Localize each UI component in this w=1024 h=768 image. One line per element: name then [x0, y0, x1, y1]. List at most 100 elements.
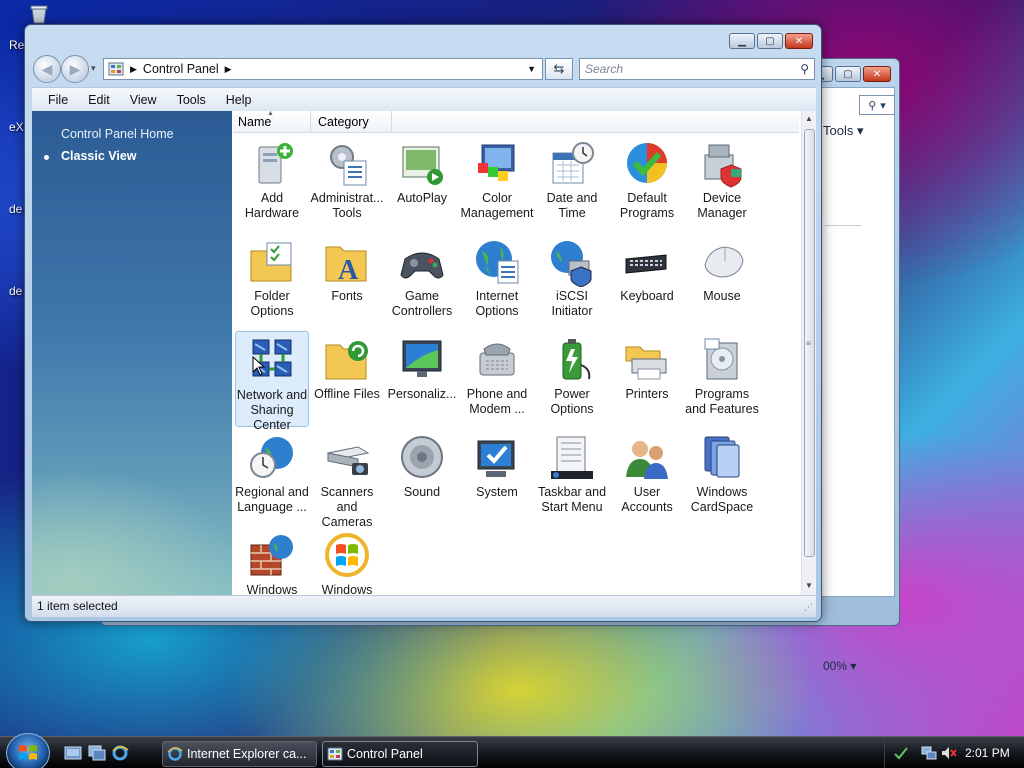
search-icon[interactable]: ⚲: [800, 62, 809, 76]
address-bar[interactable]: ▶ Control Panel ▶ ▼: [103, 58, 543, 80]
control-panel-item[interactable]: Color Management: [460, 135, 534, 221]
power-options-icon: [562, 339, 591, 380]
column-header-name[interactable]: ▲ Name: [233, 111, 311, 133]
zoom-level[interactable]: 00% ▾: [823, 659, 856, 673]
column-header-category[interactable]: Category: [312, 111, 392, 133]
control-panel-item[interactable]: Date and Time: [535, 135, 609, 221]
start-button[interactable]: [6, 733, 50, 768]
control-panel-item[interactable]: System: [460, 429, 534, 500]
items-view[interactable]: ▲ Name Category Add Hardware Administrat.…: [233, 111, 816, 595]
control-panel-item[interactable]: Offline Files: [310, 331, 384, 402]
menu-tools[interactable]: Tools: [171, 93, 212, 107]
control-panel-item[interactable]: Default Programs: [610, 135, 684, 221]
refresh-button[interactable]: ⇆: [545, 58, 573, 80]
control-panel-item[interactable]: Windows: [310, 527, 384, 595]
scroll-down-icon[interactable]: ▼: [805, 581, 813, 590]
volume-muted-icon[interactable]: [941, 746, 957, 760]
minimize-button[interactable]: ▁: [729, 33, 755, 49]
control-panel-item[interactable]: Administrat... Tools: [310, 135, 384, 221]
taskbar: Internet Explorer ca... Control Panel 2:…: [0, 733, 1024, 768]
taskbar-item-label: Control Panel: [347, 747, 423, 761]
desktop-icon-label[interactable]: de: [9, 284, 22, 298]
control-panel-item[interactable]: Personaliz...: [385, 331, 459, 402]
control-panel-item[interactable]: Power Options: [535, 331, 609, 417]
admin-tools-icon: [330, 145, 367, 186]
control-panel-item[interactable]: Programs and Features: [685, 331, 759, 417]
desktop-icon-label[interactable]: de: [9, 202, 22, 216]
vertical-scrollbar[interactable]: ▲ ≡ ▼: [801, 111, 816, 595]
maximize-button[interactable]: ▢: [757, 33, 783, 49]
cardspace-icon: [704, 436, 740, 478]
address-dropdown-icon[interactable]: ▼: [527, 64, 536, 74]
menu-help[interactable]: Help: [220, 93, 258, 107]
control-panel-item[interactable]: AutoPlay: [385, 135, 459, 206]
control-panel-item-label: System: [476, 485, 518, 499]
control-panel-item-label: Windows CardSpace: [690, 485, 754, 514]
control-panel-item[interactable]: User Accounts: [610, 429, 684, 515]
control-panel-item[interactable]: Mouse: [685, 233, 759, 304]
control-panel-item[interactable]: Keyboard: [610, 233, 684, 304]
menu-edit[interactable]: Edit: [82, 93, 116, 107]
resize-grip-icon[interactable]: ⋰: [804, 602, 813, 613]
maximize-button[interactable]: ▢: [835, 66, 861, 82]
classic-view-link[interactable]: Classic View: [61, 149, 137, 163]
background-window-content: [821, 87, 895, 597]
control-panel-item[interactable]: Taskbar and Start Menu: [535, 429, 609, 515]
control-panel-home-link[interactable]: Control Panel Home: [61, 127, 174, 141]
switch-windows-icon[interactable]: [88, 745, 106, 761]
taskbar-item-internet-explorer[interactable]: Internet Explorer ca...: [162, 741, 317, 767]
background-search-box[interactable]: ⚲ ▾: [859, 95, 895, 115]
color-management-icon: [478, 144, 515, 181]
show-desktop-icon[interactable]: [64, 745, 82, 761]
control-panel-item[interactable]: Device Manager: [685, 135, 759, 221]
control-panel-window[interactable]: ▁ ▢ ✕ ◀ ▶ ▾ ▶ Control Panel ▶ ▼ ⇆ Search…: [24, 24, 822, 622]
close-button[interactable]: ✕: [785, 33, 813, 49]
control-panel-item[interactable]: Printers: [610, 331, 684, 402]
control-panel-item[interactable]: A Fonts: [310, 233, 384, 304]
background-tools-menu[interactable]: Tools ▾: [823, 123, 864, 139]
search-input[interactable]: Search ⚲: [579, 58, 815, 80]
desktop-icon-label[interactable]: eX: [9, 120, 24, 134]
forward-arrow-icon: ▶: [69, 60, 81, 77]
control-panel-item[interactable]: Phone and Modem ...: [460, 331, 534, 417]
control-panel-item[interactable]: Add Hardware: [235, 135, 309, 221]
control-panel-item[interactable]: Game Controllers: [385, 233, 459, 319]
menu-file[interactable]: File: [42, 93, 74, 107]
desktop-icon-label[interactable]: Re: [9, 38, 24, 52]
taskbar-item-control-panel[interactable]: Control Panel: [322, 741, 478, 767]
security-check-icon[interactable]: [893, 746, 909, 760]
control-panel-item-label: Personaliz...: [387, 387, 457, 401]
system-clock[interactable]: 2:01 PM: [965, 746, 1010, 760]
control-panel-item[interactable]: Internet Options: [460, 233, 534, 319]
date-time-icon: [552, 142, 594, 184]
control-panel-item[interactable]: Folder Options: [235, 233, 309, 319]
control-panel-item[interactable]: Scanners and Cameras: [310, 429, 384, 530]
internet-explorer-icon[interactable]: [111, 745, 129, 761]
control-panel-item[interactable]: Sound: [385, 429, 459, 500]
keyboard-icon: [625, 254, 667, 274]
recycle-bin-icon[interactable]: [28, 3, 50, 25]
control-panel-item-label: Date and Time: [546, 191, 598, 220]
back-button[interactable]: ◀: [33, 55, 61, 83]
scanners-icon: [326, 446, 370, 475]
offline-files-icon: [325, 341, 368, 380]
control-panel-item[interactable]: Windows CardSpace: [685, 429, 759, 515]
control-panel-item-label: User Accounts: [621, 485, 673, 514]
control-panel-item[interactable]: iSCSI Initiator: [535, 233, 609, 319]
breadcrumb-separator-icon[interactable]: ▶: [225, 64, 232, 75]
breadcrumb-control-panel[interactable]: Control Panel: [143, 62, 219, 76]
close-button[interactable]: ✕: [863, 66, 891, 82]
control-panel-icon: [327, 747, 343, 761]
menu-view[interactable]: View: [124, 93, 163, 107]
control-panel-item[interactable]: Network and Sharing Center: [235, 331, 309, 432]
control-panel-item-label: Regional and Language ...: [235, 485, 309, 514]
network-status-icon[interactable]: [921, 746, 937, 760]
breadcrumb-separator-icon[interactable]: ▶: [130, 64, 137, 75]
scrollbar-grip-icon: ≡: [806, 339, 811, 348]
control-panel-item[interactable]: Regional and Language ...: [235, 429, 309, 515]
task-pane: Control Panel Home Classic View: [32, 111, 232, 595]
forward-button[interactable]: ▶: [61, 55, 89, 83]
recent-pages-dropdown-icon[interactable]: ▾: [91, 63, 96, 74]
control-panel-item[interactable]: Windows: [235, 527, 309, 595]
scroll-up-icon[interactable]: ▲: [805, 114, 813, 123]
